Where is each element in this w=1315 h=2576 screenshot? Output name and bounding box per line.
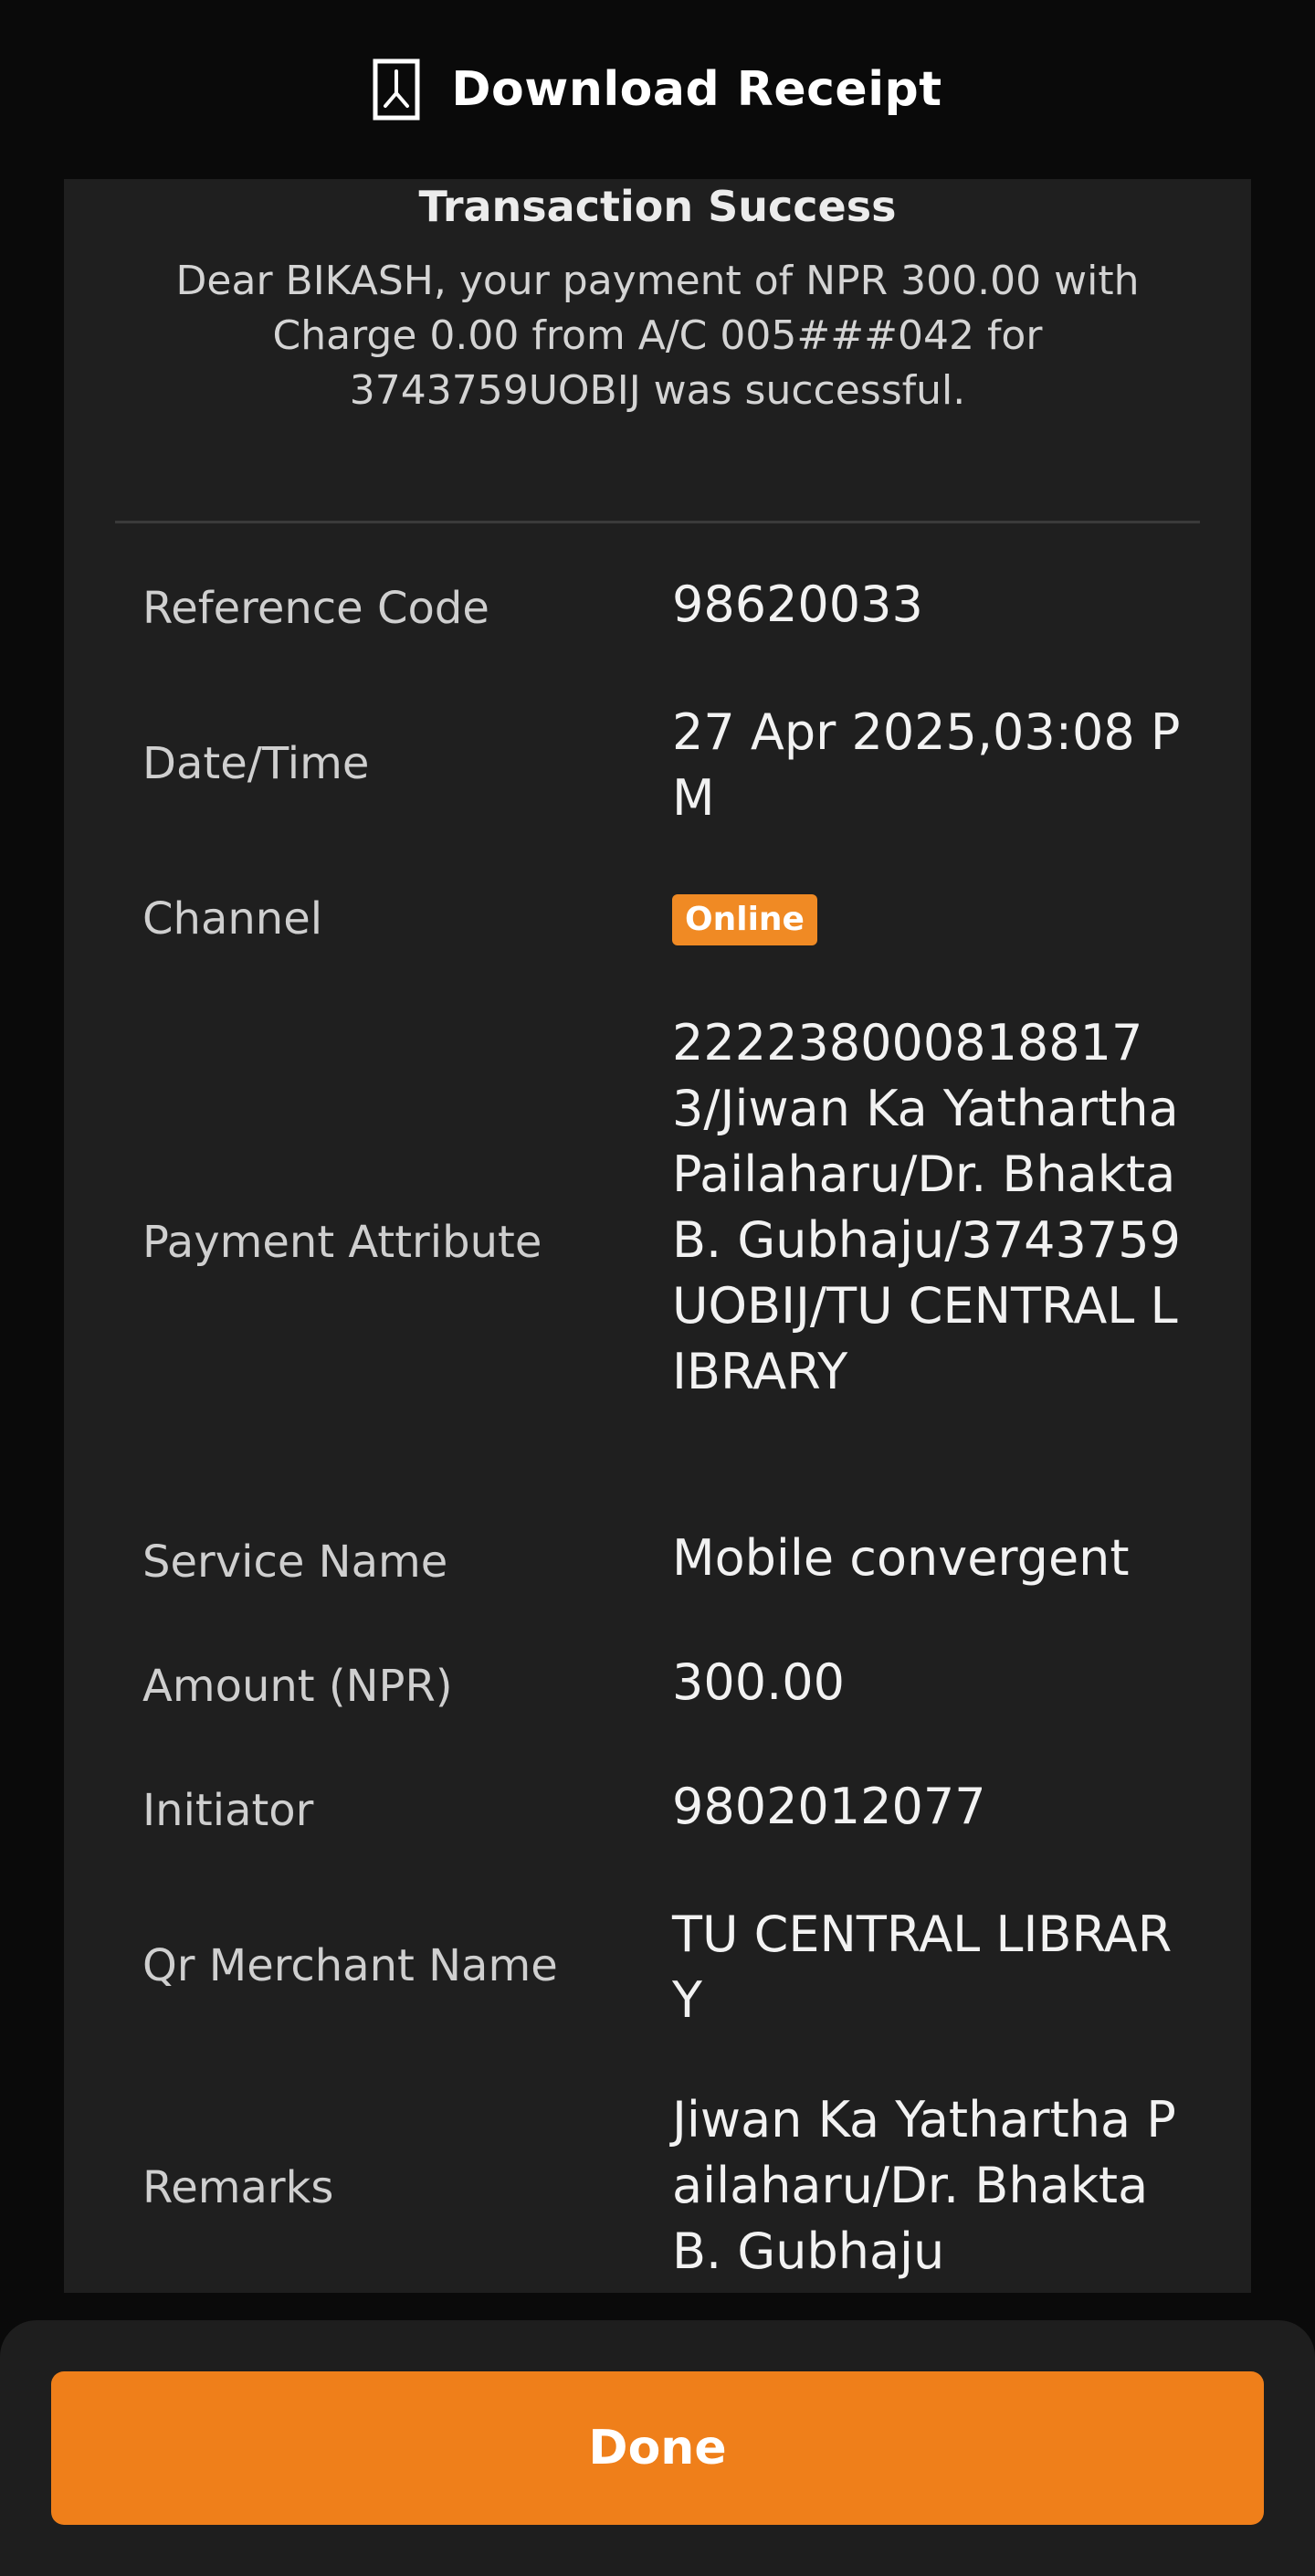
amount-value: 300.00 [672, 1653, 845, 1711]
initiator-label: Initiator [142, 1785, 314, 1836]
download-receipt-button[interactable]: Download Receipt [373, 58, 942, 121]
receipt-card: Transaction Success Dear BIKASH, your pa… [64, 179, 1251, 2293]
done-button[interactable]: Done [51, 2371, 1264, 2525]
remarks-value: Jiwan Ka Yathartha Pailaharu/Dr. Bhakta … [672, 2091, 1176, 2280]
amount-label: Amount (NPR) [142, 1661, 453, 1712]
service-name-label: Service Name [142, 1536, 448, 1588]
service-name-value: Mobile convergent [672, 1529, 1130, 1587]
date-time-label: Date/Time [142, 738, 370, 789]
channel-badge: Online [672, 894, 817, 945]
qr-merchant-name-value: TU CENTRAL LIBRARY [672, 1906, 1173, 2029]
date-time-value: 27 Apr 2025,03:08 PM [672, 703, 1181, 827]
transaction-message: Dear BIKASH, your payment of NPR 300.00 … [175, 258, 1140, 414]
initiator-value: 9802012077 [672, 1778, 986, 1835]
channel-label: Channel [142, 893, 323, 945]
remarks-label: Remarks [142, 2162, 334, 2213]
payment-attribute-value: 2222380008188173/Jiwan Ka Yathartha Pail… [672, 1014, 1181, 1400]
divider [115, 521, 1200, 523]
qr-merchant-name-label: Qr Merchant Name [142, 1940, 558, 1991]
transaction-status-title: Transaction Success [418, 182, 897, 231]
reference-code-label: Reference Code [142, 583, 489, 634]
header: Download Receipt [0, 0, 1315, 179]
payment-attribute-label: Payment Attribute [142, 1217, 542, 1268]
pdf-document-icon [373, 58, 420, 121]
bottom-sheet: Done [0, 2320, 1315, 2576]
header-title: Download Receipt [451, 62, 942, 117]
reference-code-value: 98620033 [672, 575, 923, 633]
